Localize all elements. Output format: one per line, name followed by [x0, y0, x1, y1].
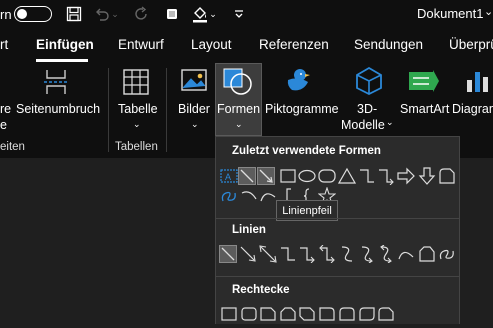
oval-shape-icon[interactable]	[298, 167, 316, 185]
tab-layout[interactable]: Layout	[191, 37, 232, 52]
line-arrow-shape-icon[interactable]	[239, 245, 257, 263]
autosave-label: rn	[0, 6, 12, 22]
group-separator	[108, 68, 109, 152]
elbow-connector-shape-icon[interactable]	[358, 167, 376, 185]
chart-icon[interactable]	[463, 68, 493, 99]
tab-einfuegen[interactable]: Einfügen	[36, 37, 94, 52]
diagramm-label[interactable]: Diagram	[452, 102, 493, 116]
snip-single-corner-rectangle-icon[interactable]	[259, 305, 277, 323]
round-diagonal-rectangle-icon[interactable]	[358, 305, 376, 323]
cut-item-label-2[interactable]: e	[0, 118, 7, 132]
line-shape-icon[interactable]	[238, 167, 256, 185]
freeform-scribble-shape-icon[interactable]	[220, 187, 238, 205]
curved-arrow-connector-shape-icon[interactable]	[358, 245, 376, 264]
title-chevron-icon[interactable]: ⌄	[484, 5, 493, 18]
cut-item-label-1[interactable]: re	[0, 102, 11, 116]
bilder-label[interactable]: Bilder	[178, 102, 210, 116]
curved-connector-shape-icon[interactable]	[338, 245, 356, 263]
rectangle-shape-icon[interactable]	[279, 167, 297, 185]
snip-same-side-rectangle-icon[interactable]	[279, 305, 297, 323]
bilder-caret-icon[interactable]: ⌄	[191, 119, 199, 130]
eraser-icon[interactable]	[162, 4, 182, 24]
arc-shape-icon[interactable]	[240, 187, 258, 205]
paint-bucket-icon[interactable]	[190, 4, 210, 24]
group-seiten-label: eiten	[0, 141, 25, 153]
down-arrow-shape-icon[interactable]	[418, 167, 436, 185]
tabelle-label[interactable]: Tabelle	[118, 102, 158, 116]
undo-icon[interactable]	[92, 4, 112, 24]
scribble-shape-icon[interactable]	[438, 245, 456, 263]
elbow-connector-shape-icon[interactable]	[279, 245, 297, 263]
paint-dropdown-icon[interactable]: ⌄	[208, 4, 218, 24]
customize-qat-icon[interactable]	[229, 4, 249, 24]
tab-entwurf[interactable]: Entwurf	[118, 37, 164, 52]
icons-bird-icon[interactable]	[283, 66, 313, 101]
section-divider	[216, 276, 459, 277]
smartart-label[interactable]: SmartArt	[400, 102, 449, 116]
group-separator	[166, 68, 167, 152]
triangle-shape-icon[interactable]	[337, 167, 357, 185]
lines-section-title: Linien	[232, 224, 266, 236]
smartart-icon[interactable]	[407, 68, 441, 99]
save-icon[interactable]	[64, 4, 84, 24]
section-divider	[216, 218, 459, 219]
elbow-arrow-connector-shape-icon[interactable]	[377, 167, 395, 186]
freeform-shape-icon[interactable]	[418, 245, 436, 263]
shapes-icon[interactable]	[222, 67, 254, 102]
tab-start[interactable]: rt	[0, 37, 8, 52]
3d-models-icon[interactable]	[354, 66, 384, 101]
elbow-double-arrow-shape-icon[interactable]	[318, 244, 336, 264]
line-shape-icon[interactable]	[219, 245, 237, 263]
rounded-rectangle-shape-icon[interactable]	[318, 167, 336, 185]
text-box-shape-icon[interactable]: A	[220, 167, 238, 185]
page-break-icon[interactable]	[42, 68, 70, 101]
rectangles-section-title: Rechtecke	[232, 284, 290, 296]
3d-label-1[interactable]: 3D-	[357, 102, 377, 116]
curve-shape-icon[interactable]	[259, 187, 277, 205]
3d-caret-icon[interactable]: ⌄	[386, 117, 394, 128]
pictures-icon[interactable]	[180, 68, 208, 99]
round-same-side-rectangle-icon[interactable]	[338, 305, 356, 323]
curve-shape-icon[interactable]	[397, 245, 415, 263]
table-icon[interactable]	[122, 68, 150, 101]
tabelle-caret-icon[interactable]: ⌄	[133, 119, 141, 130]
svg-text:A: A	[225, 172, 231, 182]
tab-referenzen[interactable]: Referenzen	[259, 37, 329, 52]
curved-double-arrow-shape-icon[interactable]	[377, 244, 395, 264]
rectangle-shape-icon[interactable]	[220, 305, 238, 323]
undo-dropdown-icon[interactable]: ⌄	[110, 4, 120, 24]
redo-icon[interactable]	[132, 4, 152, 24]
autosave-toggle[interactable]	[14, 6, 52, 22]
recent-shapes-title: Zuletzt verwendete Formen	[232, 145, 381, 157]
toggle-knob	[17, 9, 27, 19]
snip-round-rectangle-icon[interactable]	[377, 305, 395, 323]
piktogramme-label[interactable]: Piktogramme	[265, 102, 339, 116]
round-single-corner-rectangle-icon[interactable]	[318, 305, 336, 323]
tab-ueberpruefen[interactable]: Überprü	[449, 37, 493, 52]
right-arrow-shape-icon[interactable]	[397, 167, 415, 185]
rounded-rectangle-shape-icon[interactable]	[240, 305, 258, 323]
tab-sendungen[interactable]: Sendungen	[354, 37, 423, 52]
snip-corner-shape-icon[interactable]	[438, 167, 456, 185]
formen-label[interactable]: Formen	[217, 102, 260, 116]
document-title[interactable]: Dokument1	[417, 6, 483, 21]
group-tabellen-label: Tabellen	[115, 141, 158, 153]
seitenumbruch-label[interactable]: Seitenumbruch	[16, 102, 100, 116]
snip-diagonal-rectangle-icon[interactable]	[298, 305, 316, 323]
3d-label-2[interactable]: Modelle	[341, 118, 385, 132]
formen-caret-icon[interactable]: ⌄	[235, 119, 243, 130]
line-arrow-shape-icon[interactable]	[257, 167, 275, 185]
elbow-arrow-connector-shape-icon[interactable]	[298, 245, 316, 264]
double-arrow-line-shape-icon[interactable]	[259, 245, 277, 263]
